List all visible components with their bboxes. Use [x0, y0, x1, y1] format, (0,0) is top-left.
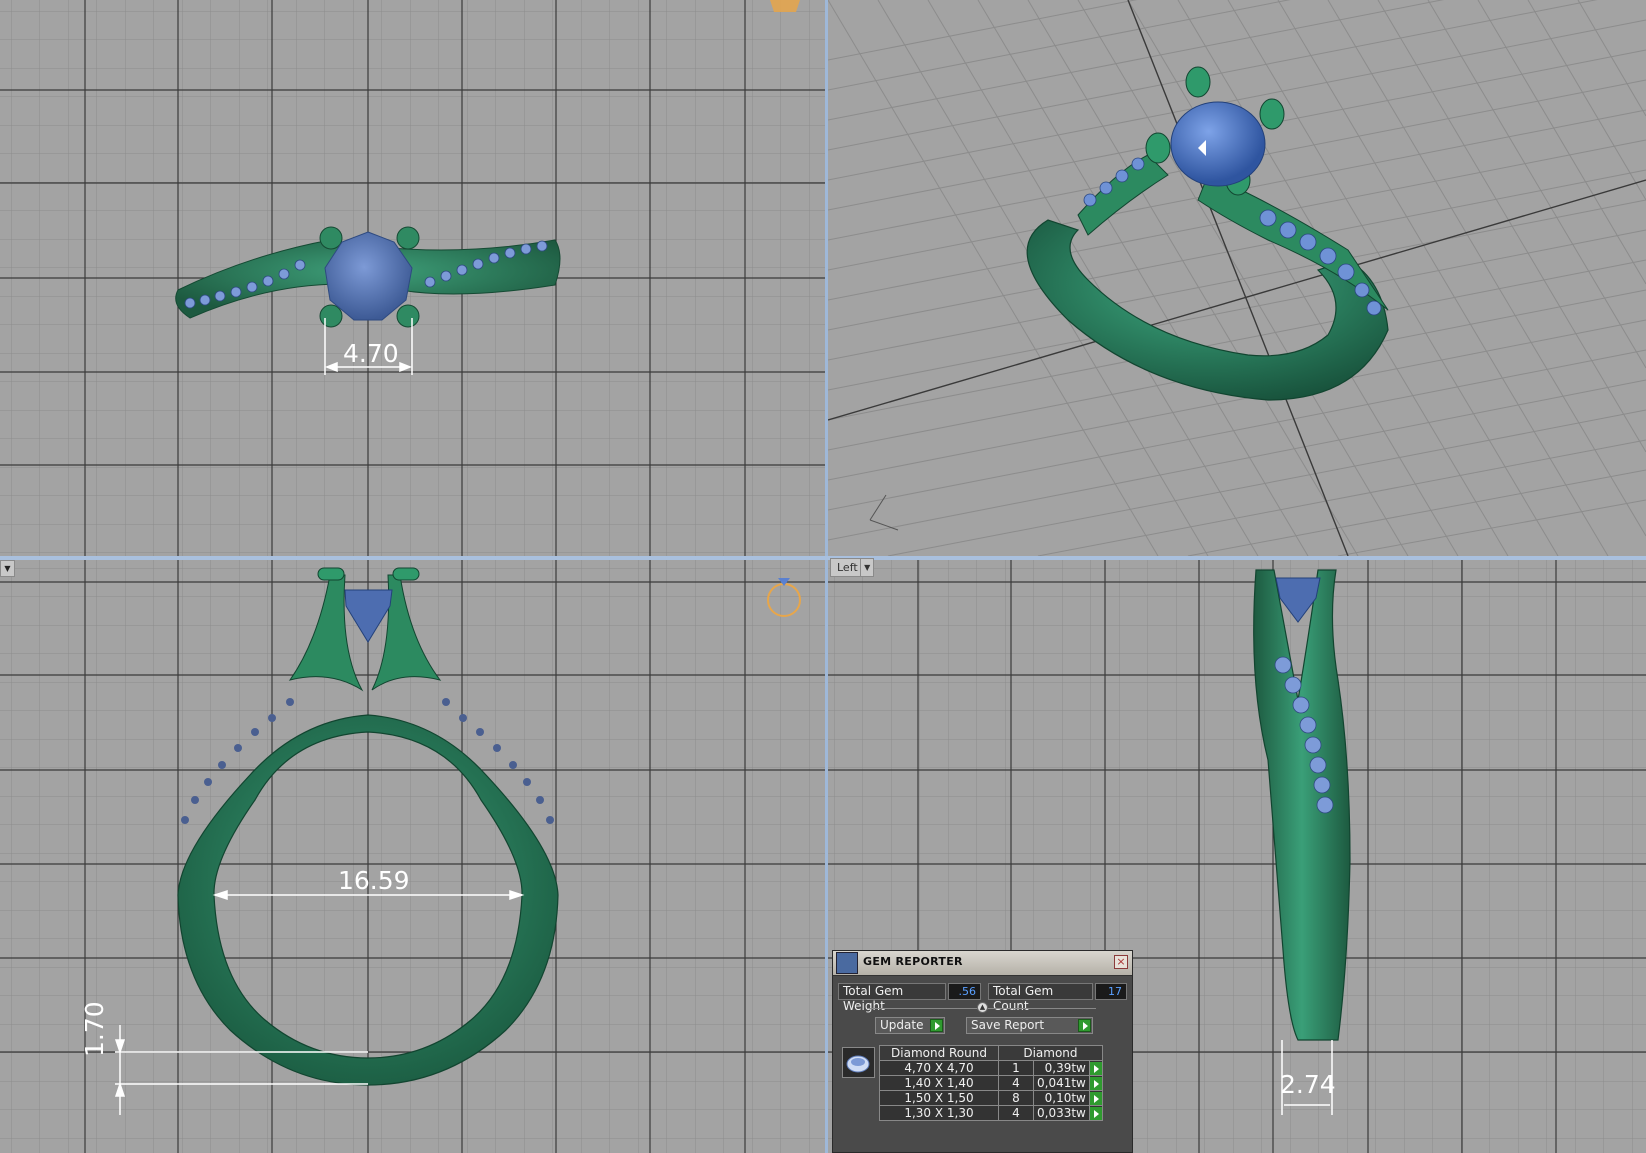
- update-button-label: Update: [880, 1018, 924, 1032]
- row-action-button[interactable]: [1088, 1075, 1103, 1091]
- viewport-front[interactable]: 16.59 1.70: [0, 560, 825, 1153]
- viewport-divider-horizontal[interactable]: [0, 556, 1646, 560]
- chevron-down-icon: ▼: [860, 559, 873, 576]
- column-header-shape: Diamond Round: [879, 1045, 999, 1061]
- gem-quantity: 1: [998, 1060, 1034, 1076]
- dimension-label-band-width: 2.74: [1280, 1070, 1336, 1099]
- table-row[interactable]: 1,40 X 1,40 4 0,041tw: [879, 1075, 1103, 1091]
- table-header-row: Diamond Round Diamond: [879, 1045, 1103, 1061]
- gem-reporter-panel[interactable]: GEM REPORTER × Total Gem Weight .56 Tota…: [832, 950, 1133, 1153]
- gem-size: 4,70 X 4,70: [879, 1060, 999, 1076]
- viewport-label-left[interactable]: Left ▼: [830, 558, 874, 577]
- table-row[interactable]: 4,70 X 4,70 1 0,39tw: [879, 1060, 1103, 1076]
- play-arrow-icon: [1089, 1091, 1102, 1105]
- gem-report-table: Diamond Round Diamond 4,70 X 4,70 1 0,39…: [879, 1045, 1103, 1121]
- play-arrow-icon: [1089, 1061, 1102, 1075]
- play-arrow-icon: [1089, 1076, 1102, 1090]
- save-report-button-label: Save Report: [971, 1018, 1045, 1032]
- front-view-canvas: [0, 560, 825, 1153]
- gem-quantity: 4: [998, 1105, 1034, 1121]
- row-action-button[interactable]: [1088, 1105, 1103, 1121]
- diamond-thumbnail-icon: [842, 1047, 875, 1078]
- gem-quantity: 4: [998, 1075, 1034, 1091]
- column-header-material: Diamond: [998, 1045, 1103, 1061]
- gem-reporter-title: GEM REPORTER: [863, 955, 963, 968]
- top-view-canvas: [0, 0, 825, 556]
- gem-weight: 0,39tw: [1033, 1060, 1090, 1076]
- collapse-toggle-icon[interactable]: ▲: [977, 1002, 988, 1013]
- gem-reporter-titlebar[interactable]: GEM REPORTER ×: [833, 951, 1132, 976]
- dimension-label-band-thickness: 1.70: [80, 1001, 109, 1057]
- center-gem-perspective: [1170, 101, 1266, 187]
- viewport-perspective[interactable]: [828, 0, 1646, 556]
- gem-size: 1,40 X 1,40: [879, 1075, 999, 1091]
- gem-weight: 0,041tw: [1033, 1075, 1090, 1091]
- gem-quantity: 8: [998, 1090, 1034, 1106]
- row-action-button[interactable]: [1088, 1060, 1103, 1076]
- total-gem-count-value: 17: [1095, 983, 1127, 1000]
- total-gem-count-label: Total Gem Count: [988, 983, 1093, 1013]
- save-report-button[interactable]: Save Report: [966, 1017, 1093, 1034]
- table-row[interactable]: 1,50 X 1,50 8 0,10tw: [879, 1090, 1103, 1106]
- update-button[interactable]: Update: [875, 1017, 945, 1034]
- table-row[interactable]: 1,30 X 1,30 4 0,033tw: [879, 1105, 1103, 1121]
- total-gem-weight-value: .56: [948, 983, 981, 1000]
- gem-weight: 0,033tw: [1033, 1105, 1090, 1121]
- row-action-button[interactable]: [1088, 1090, 1103, 1106]
- dimension-label-inner-diameter: 16.59: [338, 866, 410, 895]
- play-arrow-icon: [930, 1019, 943, 1032]
- gem-weight: 0,10tw: [1033, 1090, 1090, 1106]
- play-arrow-icon: [1089, 1106, 1102, 1120]
- gem-report-icon: [836, 952, 858, 974]
- gem-size: 1,30 X 1,30: [879, 1105, 999, 1121]
- gem-size: 1,50 X 1,50: [879, 1090, 999, 1106]
- viewport-label-text: Left: [837, 561, 858, 574]
- viewport-top[interactable]: 4.70: [0, 0, 825, 556]
- dimension-label-gem-width: 4.70: [343, 339, 399, 368]
- viewport-menu-front-button[interactable]: ▼: [0, 560, 15, 577]
- play-arrow-icon: [1078, 1019, 1091, 1032]
- total-gem-weight-label: Total Gem Weight: [838, 983, 946, 1013]
- perspective-view-canvas: [828, 0, 1646, 556]
- close-button[interactable]: ×: [1114, 955, 1128, 969]
- viewport-divider-vertical[interactable]: [825, 0, 828, 1153]
